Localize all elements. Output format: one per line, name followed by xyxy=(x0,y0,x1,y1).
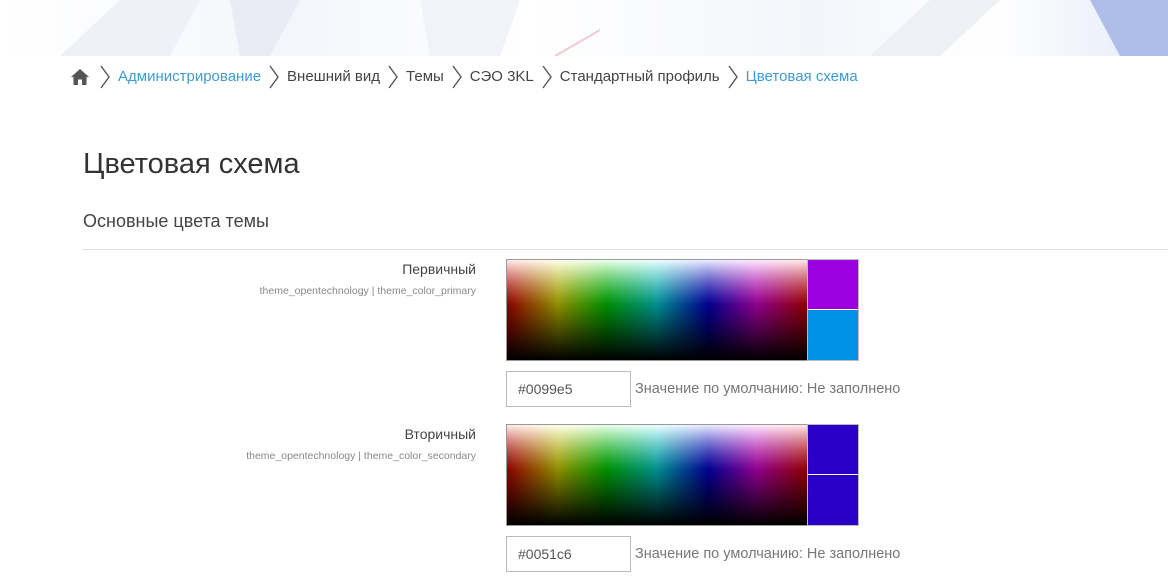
section-title: Основные цвета темы xyxy=(83,211,269,231)
setting-sublabel: theme_opentechnology | theme_color_secon… xyxy=(246,450,476,462)
secondary-color-swatches xyxy=(807,424,859,526)
header-banner xyxy=(0,0,1168,56)
secondary-default-note: Значение по умолчанию: Не заполнено xyxy=(635,546,901,562)
primary-color-input[interactable] xyxy=(506,371,631,407)
secondary-color-input[interactable] xyxy=(506,536,631,572)
breadcrumb-item-color-scheme[interactable]: Цветовая схема xyxy=(746,62,858,92)
chevron-right-icon xyxy=(534,62,560,92)
chevron-right-icon xyxy=(261,62,287,92)
chevron-right-icon xyxy=(380,62,406,92)
breadcrumb-item-appearance[interactable]: Внешний вид xyxy=(287,62,380,92)
page-title: Цветовая схема xyxy=(83,148,300,180)
breadcrumb-item-theme-3kl[interactable]: СЭО 3KL xyxy=(470,62,534,92)
chevron-right-icon xyxy=(92,62,118,92)
secondary-selected-swatch xyxy=(808,425,858,475)
primary-selected-swatch xyxy=(808,260,858,310)
breadcrumb: Администрирование Внешний вид Темы СЭО 3… xyxy=(70,62,858,92)
setting-sublabel: theme_opentechnology | theme_color_prima… xyxy=(259,285,476,297)
chevron-right-icon xyxy=(720,62,746,92)
primary-color-swatches xyxy=(807,259,859,361)
primary-color-picker[interactable] xyxy=(506,259,808,361)
breadcrumb-item-themes[interactable]: Темы xyxy=(406,62,444,92)
setting-label: Первичный xyxy=(402,261,476,277)
primary-current-swatch xyxy=(808,310,858,360)
secondary-current-swatch xyxy=(808,475,858,525)
breadcrumb-item-standard-profile[interactable]: Стандартный профиль xyxy=(560,62,720,92)
primary-default-note: Значение по умолчанию: Не заполнено xyxy=(635,381,901,397)
section-divider xyxy=(83,249,1168,250)
secondary-color-picker[interactable] xyxy=(506,424,808,526)
chevron-right-icon xyxy=(444,62,470,92)
home-icon[interactable] xyxy=(70,62,92,92)
breadcrumb-item-administration[interactable]: Администрирование xyxy=(118,62,261,92)
banner-decoration xyxy=(60,0,1168,56)
setting-label: Вторичный xyxy=(404,426,476,442)
